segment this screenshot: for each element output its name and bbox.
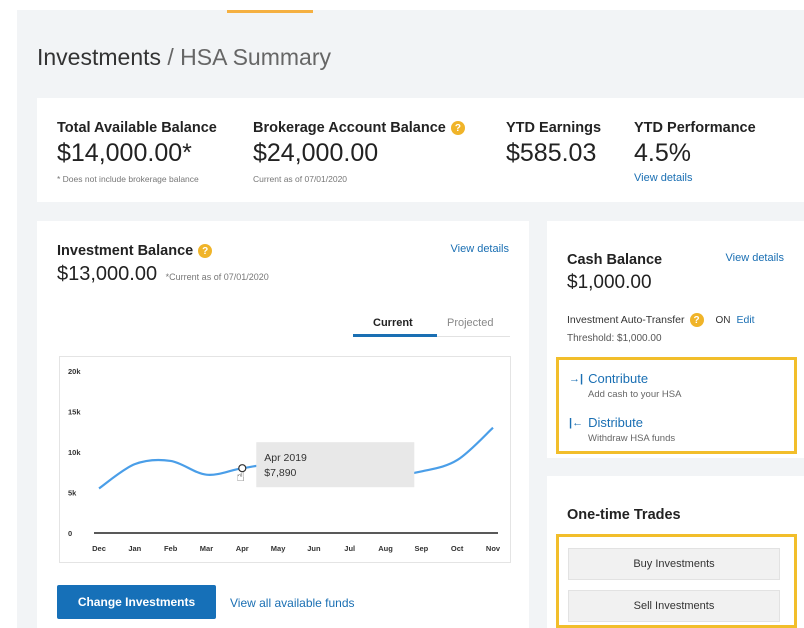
threshold-text: Threshold: $1,000.00 xyxy=(567,333,662,344)
investment-view-details-link[interactable]: View details xyxy=(451,243,510,255)
chart-tabs: Current Projected xyxy=(353,313,510,337)
x-tick-label: Feb xyxy=(164,544,178,553)
x-tick-label: May xyxy=(271,544,286,553)
brokerage-stat: Brokerage Account Balance ? $24,000.00 C… xyxy=(253,120,465,184)
one-time-trades-card: One-time Trades Buy Investments Sell Inv… xyxy=(547,476,804,628)
auto-transfer-edit-link[interactable]: Edit xyxy=(737,314,755,326)
y-tick-label: 10k xyxy=(68,448,81,457)
total-available-stat: Total Available Balance $14,000.00* * Do… xyxy=(57,120,217,184)
ytd-earnings-stat: YTD Earnings $585.03 xyxy=(506,120,601,168)
tooltip-date: Apr 2019 xyxy=(264,452,307,464)
page-title: Investments / HSA Summary xyxy=(37,44,331,71)
distribute-sub: Withdraw HSA funds xyxy=(588,433,676,444)
investment-balance-row: $13,000.00 *Current as of 07/01/2020 xyxy=(57,263,269,286)
y-tick-label: 15k xyxy=(68,408,81,417)
distribute-icon: |← xyxy=(569,416,584,429)
x-tick-label: Jun xyxy=(307,544,321,553)
cash-balance-value: $1,000.00 xyxy=(567,272,652,293)
distribute-action[interactable]: |← Distribute Withdraw HSA funds xyxy=(569,415,675,444)
tab-current[interactable]: Current xyxy=(373,317,413,329)
help-icon[interactable]: ? xyxy=(198,244,213,258)
auto-transfer-row: Investment Auto-Transfer ? ON Edit xyxy=(567,313,755,327)
sell-investments-button[interactable]: Sell Investments xyxy=(568,590,780,622)
ytd-earnings-value: $585.03 xyxy=(506,139,597,167)
x-tick-label: Mar xyxy=(200,544,213,553)
view-all-funds-link[interactable]: View all available funds xyxy=(230,596,355,610)
ytd-performance-label: YTD Performance xyxy=(634,120,756,136)
ytd-performance-value: 4.5% xyxy=(634,139,691,167)
trades-highlight: Buy Investments Sell Investments xyxy=(556,534,797,628)
top-accent-bar xyxy=(227,10,313,13)
trades-title: One-time Trades xyxy=(567,507,681,523)
help-icon[interactable]: ? xyxy=(689,313,704,327)
investment-title: Investment Balance xyxy=(57,243,194,259)
total-available-value: $14,000.00* xyxy=(57,139,192,167)
contribute-label: Contribute xyxy=(588,371,649,386)
x-tick-label: Apr xyxy=(236,544,249,553)
ytd-earnings-label: YTD Earnings xyxy=(506,120,602,136)
x-tick-label: Sep xyxy=(414,544,428,553)
cash-view-details-link[interactable]: View details xyxy=(726,252,785,264)
brokerage-label: Brokerage Account Balance xyxy=(253,120,446,136)
auto-transfer-label: Investment Auto-Transfer xyxy=(567,314,685,326)
brokerage-label-row: Brokerage Account Balance ? xyxy=(253,120,465,136)
ytd-performance-stat: YTD Performance 4.5% View details xyxy=(634,120,756,184)
ytd-view-details-link[interactable]: View details xyxy=(634,172,756,184)
auto-transfer-status: ON xyxy=(715,314,731,326)
investment-balance-value: $13,000.00 xyxy=(57,263,158,285)
app-frame: Investments / HSA Summary Total Availabl… xyxy=(17,10,804,628)
tooltip-value: $7,890 xyxy=(264,467,296,479)
cash-actions-highlight: →| Contribute Add cash to your HSA |← Di… xyxy=(556,357,797,454)
investment-title-row: Investment Balance ? xyxy=(57,243,213,259)
contribute-link[interactable]: →| Contribute xyxy=(569,371,681,386)
change-investments-button[interactable]: Change Investments xyxy=(57,585,216,619)
tab-projected[interactable]: Projected xyxy=(447,317,493,329)
breadcrumb-separator: / xyxy=(167,44,174,70)
chart-box: 20k 15k 10k 5k 0 Dec Jan Feb Mar Apr May Jun Jul Aug S… xyxy=(59,356,511,563)
x-tick-label: Aug xyxy=(378,544,393,553)
contribute-action[interactable]: →| Contribute Add cash to your HSA xyxy=(569,371,681,400)
cash-balance-card: Cash Balance View details $1,000.00 Inve… xyxy=(547,221,804,458)
contribute-icon: →| xyxy=(569,372,584,385)
buy-investments-button[interactable]: Buy Investments xyxy=(568,548,780,580)
breadcrumb-page: HSA Summary xyxy=(180,44,331,70)
breadcrumb-section[interactable]: Investments xyxy=(37,44,161,70)
distribute-link[interactable]: |← Distribute xyxy=(569,415,675,430)
x-tick-label: Jan xyxy=(128,544,141,553)
chart-tooltip xyxy=(256,442,415,488)
investment-balance-card: Investment Balance ? $13,000.00 *Current… xyxy=(37,221,529,628)
x-tick-label: Oct xyxy=(451,544,464,553)
cash-title: Cash Balance xyxy=(567,252,663,268)
y-tick-label: 20k xyxy=(68,367,81,376)
summary-card: Total Available Balance $14,000.00* * Do… xyxy=(37,98,804,202)
help-icon[interactable]: ? xyxy=(450,121,465,135)
brokerage-value: $24,000.00 xyxy=(253,139,379,167)
total-available-label: Total Available Balance xyxy=(57,120,217,136)
hand-cursor-icon: ☝ xyxy=(236,469,245,485)
x-tick-label: Dec xyxy=(92,544,106,553)
brokerage-note: Current as of 07/01/2020 xyxy=(253,174,348,184)
active-tab-indicator xyxy=(353,334,437,337)
distribute-label: Distribute xyxy=(588,415,643,430)
x-tick-label: Nov xyxy=(486,544,501,553)
contribute-sub: Add cash to your HSA xyxy=(588,389,682,400)
x-tick-label: Jul xyxy=(344,544,355,553)
investment-balance-note: *Current as of 07/01/2020 xyxy=(165,272,269,282)
y-tick-label: 5k xyxy=(68,489,77,498)
total-available-note: * Does not include brokerage balance xyxy=(57,174,199,184)
y-tick-label: 0 xyxy=(68,529,72,538)
investment-chart[interactable]: 20k 15k 10k 5k 0 Dec Jan Feb Mar Apr May Jun Jul Aug S… xyxy=(60,357,510,562)
